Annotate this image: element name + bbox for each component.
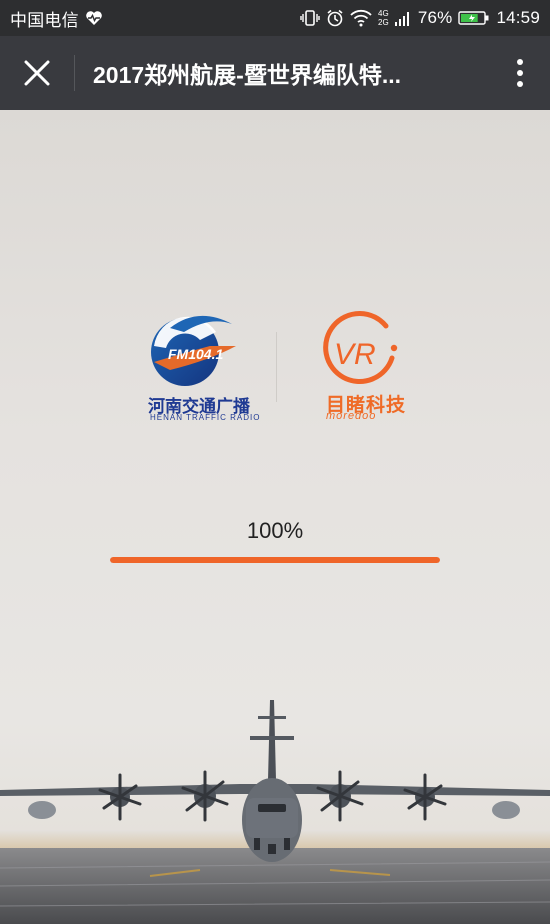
vibrate-icon — [300, 9, 320, 27]
battery-fill — [461, 14, 479, 22]
more-vertical-icon — [517, 59, 523, 87]
network-sub-label: 2G — [378, 18, 389, 27]
status-left: 中国电信 — [10, 6, 103, 31]
network-type-label: 4G — [378, 9, 389, 18]
loading-percent: 100% — [246, 518, 304, 543]
alarm-icon — [326, 9, 344, 27]
page-title: 2017郑州航展-暨世界编队特... — [93, 62, 401, 88]
carrier-label: 中国电信 — [10, 10, 79, 30]
clock: 14:59 — [496, 8, 540, 27]
heart-pulse-icon — [85, 10, 103, 26]
signal-icon: 4G 2G — [378, 8, 412, 28]
moredoo-badge-text: VR — [334, 338, 376, 371]
progress-fill — [110, 557, 440, 563]
battery-percent: 76% — [417, 8, 453, 27]
title-bar: 2017郑州航展-暨世界编队特... — [0, 36, 550, 110]
aircraft-image — [0, 680, 550, 924]
status-right: 4G 2G 76% 14:59 — [300, 8, 540, 28]
more-button[interactable] — [490, 36, 550, 110]
battery-icon — [458, 10, 490, 26]
wifi-icon — [350, 9, 372, 27]
henan-name-en: HENAN TRAFFIC RADIO — [150, 413, 261, 422]
logo-divider — [276, 332, 277, 402]
henan-traffic-radio-logo: FM104.1 河南交通广播 HENAN TRAFFIC RADIO — [140, 310, 259, 422]
progress-bar — [110, 557, 440, 563]
close-button[interactable] — [0, 36, 74, 110]
moredoo-vr-logo: VR 目睹科技 moredoo — [320, 310, 410, 422]
status-bar: 中国电信 4G 2G 76% 14:59 — [0, 0, 550, 36]
close-icon — [24, 60, 50, 86]
henan-badge-text: FM104.1 — [168, 346, 223, 362]
moredoo-name-en: moredoo — [326, 410, 377, 422]
loading-page: FM104.1 河南交通广播 HENAN TRAFFIC RADIO VR 目睹… — [0, 110, 550, 924]
